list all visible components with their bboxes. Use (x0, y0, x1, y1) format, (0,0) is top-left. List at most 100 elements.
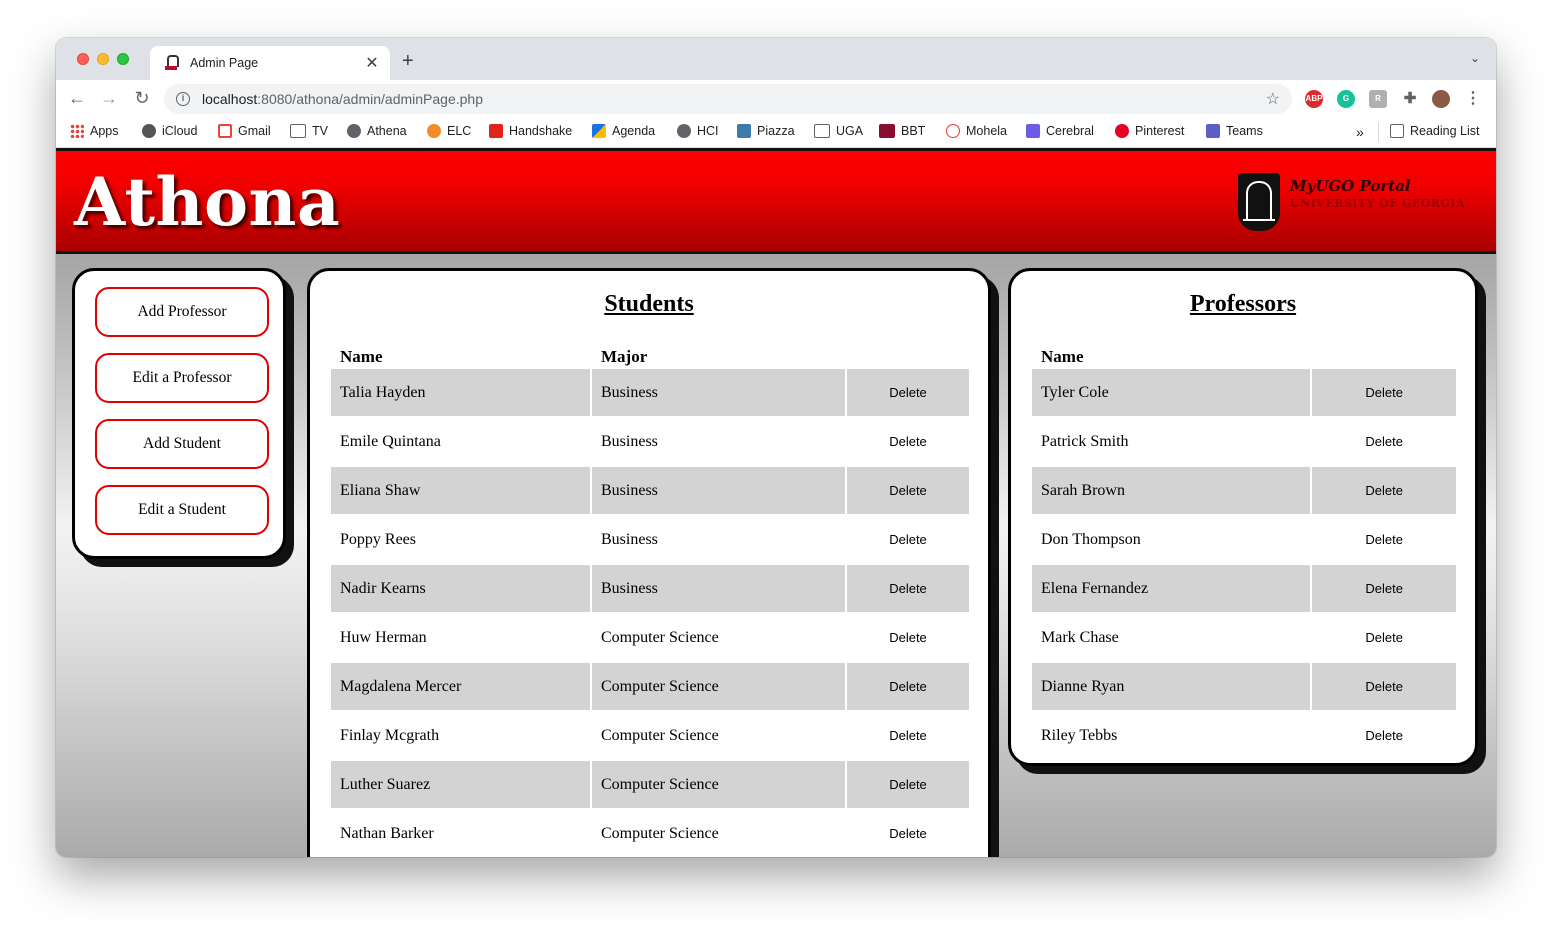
more-bookmarks-chevron-icon[interactable]: » (1356, 124, 1364, 140)
teams-icon (1206, 124, 1220, 138)
delete-professor-button[interactable]: Delete (1312, 663, 1456, 710)
student-name: Nadir Kearns (331, 565, 590, 612)
delete-student-button[interactable]: Delete (847, 467, 969, 514)
extensions-puzzle-icon[interactable]: ✚ (1401, 90, 1419, 108)
delete-student-button[interactable]: Delete (847, 810, 969, 857)
bookmark-label: Piazza (757, 124, 795, 138)
bookmark-icloud[interactable]: iCloud (142, 124, 197, 138)
site-header: Athona MyUGO Portal UNIVERSITY OF GEORGI… (56, 148, 1496, 254)
table-row: Eliana Shaw Business Delete (331, 467, 969, 514)
bookmark-label: HCI (697, 124, 719, 138)
close-tab-icon[interactable]: ✕ (364, 53, 380, 73)
bookmark-star-icon[interactable]: ☆ (1266, 89, 1280, 109)
browser-tab[interactable]: Admin Page ✕ (150, 46, 390, 80)
edit-student-button[interactable]: Edit a Student (95, 485, 269, 535)
delete-student-button[interactable]: Delete (847, 565, 969, 612)
bookmarks-bar: Apps iCloud Gmail TV Athena ELC Handshak… (56, 118, 1496, 148)
bookmark-hci[interactable]: HCI (677, 124, 719, 138)
delete-student-button[interactable]: Delete (847, 614, 969, 661)
delete-professor-button[interactable]: Delete (1312, 516, 1456, 563)
table-row: Finlay Mcgrath Computer Science Delete (331, 712, 969, 759)
browser-menu-icon[interactable]: ⋮ (1464, 90, 1482, 108)
bookmark-cerebral[interactable]: Cerebral (1026, 124, 1094, 138)
delete-student-button[interactable]: Delete (847, 369, 969, 416)
student-name: Poppy Rees (340, 530, 416, 548)
site-info-icon[interactable]: i (176, 92, 190, 106)
back-arrow-icon[interactable]: ← (66, 88, 88, 108)
delete-student-button[interactable]: Delete (847, 761, 969, 808)
table-row: Mark Chase Delete (1032, 614, 1456, 661)
bookmark-athena[interactable]: Athena (347, 124, 407, 138)
bookmark-bbt[interactable]: BBT (879, 124, 925, 138)
table-row: Huw Herman Computer Science Delete (331, 614, 969, 661)
professor-name: Mark Chase (1041, 628, 1119, 646)
delete-professor-button[interactable]: Delete (1312, 369, 1456, 416)
globe-icon (347, 124, 361, 138)
professor-name: Tyler Cole (1032, 369, 1311, 416)
student-major: Business (592, 467, 845, 514)
bookmark-label: UGA (836, 124, 864, 138)
bookmark-agenda[interactable]: Agenda (592, 124, 655, 138)
apple-icon (142, 124, 156, 138)
bookmark-pinterest[interactable]: Pinterest (1115, 124, 1184, 138)
bookmark-teams[interactable]: Teams (1206, 124, 1263, 138)
student-major: Business (592, 565, 845, 612)
folder-icon (814, 124, 830, 138)
student-name: Finlay Mcgrath (340, 726, 440, 744)
bookmark-piazza[interactable]: Piazza (737, 124, 795, 138)
reload-icon[interactable]: ↻ (131, 88, 153, 108)
uga-favicon-icon (164, 55, 179, 71)
delete-professor-button[interactable]: Delete (1312, 418, 1456, 465)
delete-student-button[interactable]: Delete (847, 516, 969, 563)
professor-name: Riley Tebbs (1041, 726, 1118, 744)
add-student-button[interactable]: Add Student (95, 419, 269, 469)
table-row: Don Thompson Delete (1032, 516, 1456, 563)
address-bar[interactable]: i localhost:8080/athona/admin/adminPage.… (164, 84, 1292, 114)
bookmark-tv[interactable]: TV (290, 124, 328, 138)
grammarly-extension-icon[interactable]: G (1337, 90, 1355, 108)
action-column-header (1312, 343, 1456, 367)
bookmark-label: TV (312, 124, 328, 138)
table-row: Patrick Smith Delete (1032, 418, 1456, 465)
delete-professor-button[interactable]: Delete (1312, 712, 1456, 759)
student-name: Luther Suarez (331, 761, 590, 808)
table-row: Luther Suarez Computer Science Delete (331, 761, 969, 808)
delete-student-button[interactable]: Delete (847, 418, 969, 465)
folder-icon (290, 124, 306, 138)
student-name: Talia Hayden (331, 369, 590, 416)
new-tab-icon[interactable]: + (402, 50, 414, 73)
delete-professor-button[interactable]: Delete (1312, 467, 1456, 514)
bookmark-mohela[interactable]: Mohela (946, 124, 1007, 138)
site-brand[interactable]: Athona (74, 163, 340, 241)
student-name: Emile Quintana (340, 432, 441, 450)
bbt-icon (879, 124, 895, 138)
professor-name: Elena Fernandez (1032, 565, 1311, 612)
minimize-window-button[interactable] (97, 53, 109, 65)
bookmark-handshake[interactable]: Handshake (489, 124, 572, 138)
edit-professor-button[interactable]: Edit a Professor (95, 353, 269, 403)
bookmark-elc[interactable]: ELC (427, 124, 471, 138)
url-text: localhost:8080/athona/admin/adminPage.ph… (202, 91, 1266, 107)
bookmark-label: Handshake (509, 124, 573, 138)
reading-list-button[interactable]: Reading List (1390, 124, 1480, 138)
close-window-button[interactable] (77, 53, 89, 65)
forward-arrow-icon[interactable]: → (98, 88, 120, 108)
delete-student-button[interactable]: Delete (847, 663, 969, 710)
tab-search-chevron-icon[interactable]: ⌄ (1470, 51, 1480, 65)
maximize-window-button[interactable] (117, 53, 129, 65)
apps-grid-icon (70, 124, 84, 138)
admin-actions-panel: Add Professor Edit a Professor Add Stude… (72, 268, 286, 559)
bookmark-label: ELC (447, 124, 472, 138)
mohela-icon (946, 124, 960, 138)
delete-professor-button[interactable]: Delete (1312, 565, 1456, 612)
adblock-extension-icon[interactable]: ABP (1305, 90, 1323, 108)
bookmark-apps[interactable]: Apps (70, 124, 119, 138)
extension-icon[interactable]: R (1369, 90, 1387, 108)
add-professor-button[interactable]: Add Professor (95, 287, 269, 337)
professors-panel: Professors Name Tyler Cole Delete Patrick … (1008, 268, 1478, 766)
profile-avatar[interactable] (1432, 90, 1450, 108)
bookmark-gmail[interactable]: Gmail (218, 124, 271, 138)
delete-student-button[interactable]: Delete (847, 712, 969, 759)
delete-professor-button[interactable]: Delete (1312, 614, 1456, 661)
bookmark-uga[interactable]: UGA (814, 124, 863, 138)
